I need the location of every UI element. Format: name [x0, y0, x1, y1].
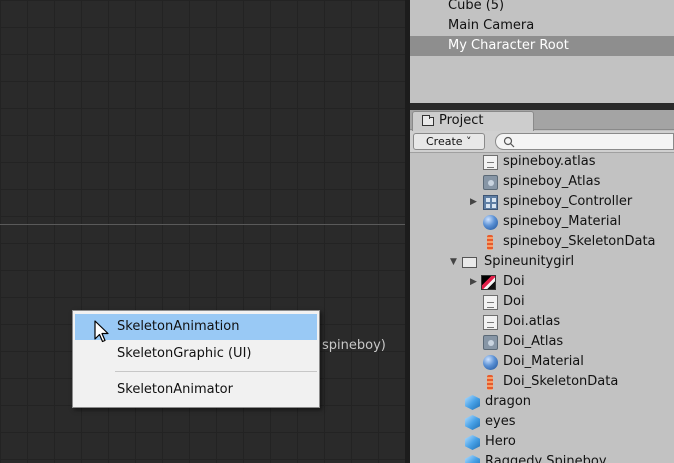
- folder-icon: [422, 115, 434, 126]
- project-folder-spineunitygirl[interactable]: ▼ Spineunitygirl: [410, 252, 674, 272]
- folder-icon: [462, 257, 477, 268]
- project-item-spineboy-atlas[interactable]: spineboy.atlas: [410, 152, 674, 172]
- project-item-doi[interactable]: Doi: [410, 292, 674, 312]
- menu-item-skeleton-animator[interactable]: SkeletonAnimator: [75, 377, 317, 403]
- project-item-dragon[interactable]: dragon: [410, 392, 674, 412]
- project-item-spineboy-controller[interactable]: ▶ spineboy_Controller: [410, 192, 674, 212]
- project-item-label: Doi: [503, 274, 525, 289]
- menu-item-label: SkeletonGraphic (UI): [117, 346, 252, 361]
- project-item-doi-atlas-asset[interactable]: Doi_Atlas: [410, 332, 674, 352]
- menu-item-label: SkeletonAnimator: [117, 382, 233, 397]
- text-file-icon: [483, 315, 498, 330]
- project-item-label: spineboy_Material: [503, 214, 622, 229]
- image-texture-icon: [481, 275, 496, 290]
- atlas-asset-icon: [483, 175, 498, 190]
- prefab-cube-icon: [465, 435, 480, 450]
- expand-arrow-icon[interactable]: ▶: [470, 192, 477, 212]
- project-item-label: Doi_Atlas: [503, 334, 564, 349]
- hierarchy-item-cube-5[interactable]: Cube (5): [410, 0, 674, 16]
- mouse-pointer-icon: [94, 320, 109, 343]
- create-dropdown-button[interactable]: Create ˅: [413, 133, 485, 150]
- material-sphere-icon: [483, 215, 498, 230]
- prefab-cube-icon: [465, 395, 480, 410]
- hierarchy-item-my-character-root[interactable]: My Character Root: [410, 36, 674, 56]
- project-item-spineboy-material[interactable]: spineboy_Material: [410, 212, 674, 232]
- project-item-raggedy-spineboy[interactable]: Raggedy Spineboy: [410, 452, 674, 463]
- tab-project-label: Project: [439, 113, 484, 128]
- menu-item-skeleton-graphic-ui[interactable]: SkeletonGraphic (UI): [75, 341, 317, 367]
- project-item-label: Doi_Material: [503, 354, 584, 369]
- skeleton-data-icon: [487, 235, 493, 250]
- project-item-doi-atlas[interactable]: Doi.atlas: [410, 312, 674, 332]
- hierarchy-item-label: My Character Root: [448, 38, 569, 53]
- project-item-label: Doi: [503, 294, 525, 309]
- project-item-spineboy-atlas-asset[interactable]: spineboy_Atlas: [410, 172, 674, 192]
- project-item-doi-texture[interactable]: ▶ Doi: [410, 272, 674, 292]
- prefab-cube-icon: [465, 415, 480, 430]
- hierarchy-item-label: Cube (5): [448, 0, 505, 13]
- project-item-label: Doi_SkeletonData: [503, 374, 619, 389]
- project-item-label: Spineunitygirl: [484, 254, 575, 269]
- menu-item-skeleton-animation[interactable]: SkeletonAnimation: [75, 314, 317, 340]
- project-item-label: eyes: [485, 414, 516, 429]
- panel-divider: [410, 103, 674, 110]
- expand-arrow-icon[interactable]: ▶: [470, 272, 477, 292]
- collapse-arrow-icon[interactable]: ▼: [450, 252, 457, 272]
- project-item-label: Raggedy Spineboy: [485, 454, 607, 463]
- hierarchy-item-label: Main Camera: [448, 18, 535, 33]
- text-file-icon: [483, 295, 498, 310]
- project-item-spineboy-skeletondata[interactable]: spineboy_SkeletonData: [410, 232, 674, 252]
- project-item-label: dragon: [485, 394, 532, 409]
- hierarchy-item-main-camera[interactable]: Main Camera: [410, 16, 674, 36]
- project-item-label: Hero: [485, 434, 516, 449]
- project-item-eyes[interactable]: eyes: [410, 412, 674, 432]
- skeleton-data-icon: [487, 375, 493, 390]
- project-item-label: spineboy.atlas: [503, 154, 596, 169]
- project-item-label: Doi.atlas: [503, 314, 561, 329]
- project-tab-bar: Project: [410, 110, 674, 131]
- prefab-cube-icon: [465, 455, 480, 463]
- text-file-icon: [483, 155, 498, 170]
- hierarchy-panel: Cube (5) Main Camera My Character Root: [410, 0, 674, 103]
- search-icon: [503, 136, 515, 148]
- project-item-label: spineboy_SkeletonData: [503, 234, 656, 249]
- project-item-doi-skeletondata[interactable]: Doi_SkeletonData: [410, 372, 674, 392]
- project-search-input[interactable]: [495, 133, 674, 150]
- animator-controller-icon: [483, 195, 498, 210]
- atlas-asset-icon: [483, 335, 498, 350]
- project-item-label: spineboy_Atlas: [503, 174, 601, 189]
- menu-separator: [115, 371, 317, 372]
- project-panel: Project Create ˅ spineboy.atlas spineboy…: [410, 110, 674, 463]
- project-toolbar: Create ˅: [410, 131, 674, 153]
- create-button-label: Create ˅: [426, 135, 472, 148]
- scene-divider-line: [0, 224, 405, 225]
- tab-project[interactable]: Project: [412, 111, 534, 131]
- material-sphere-icon: [483, 355, 498, 370]
- scene-object-label: spineboy): [322, 338, 386, 353]
- project-item-hero[interactable]: Hero: [410, 432, 674, 452]
- project-item-label: spineboy_Controller: [503, 194, 633, 209]
- project-item-doi-material[interactable]: Doi_Material: [410, 352, 674, 372]
- menu-item-label: SkeletonAnimation: [117, 319, 240, 334]
